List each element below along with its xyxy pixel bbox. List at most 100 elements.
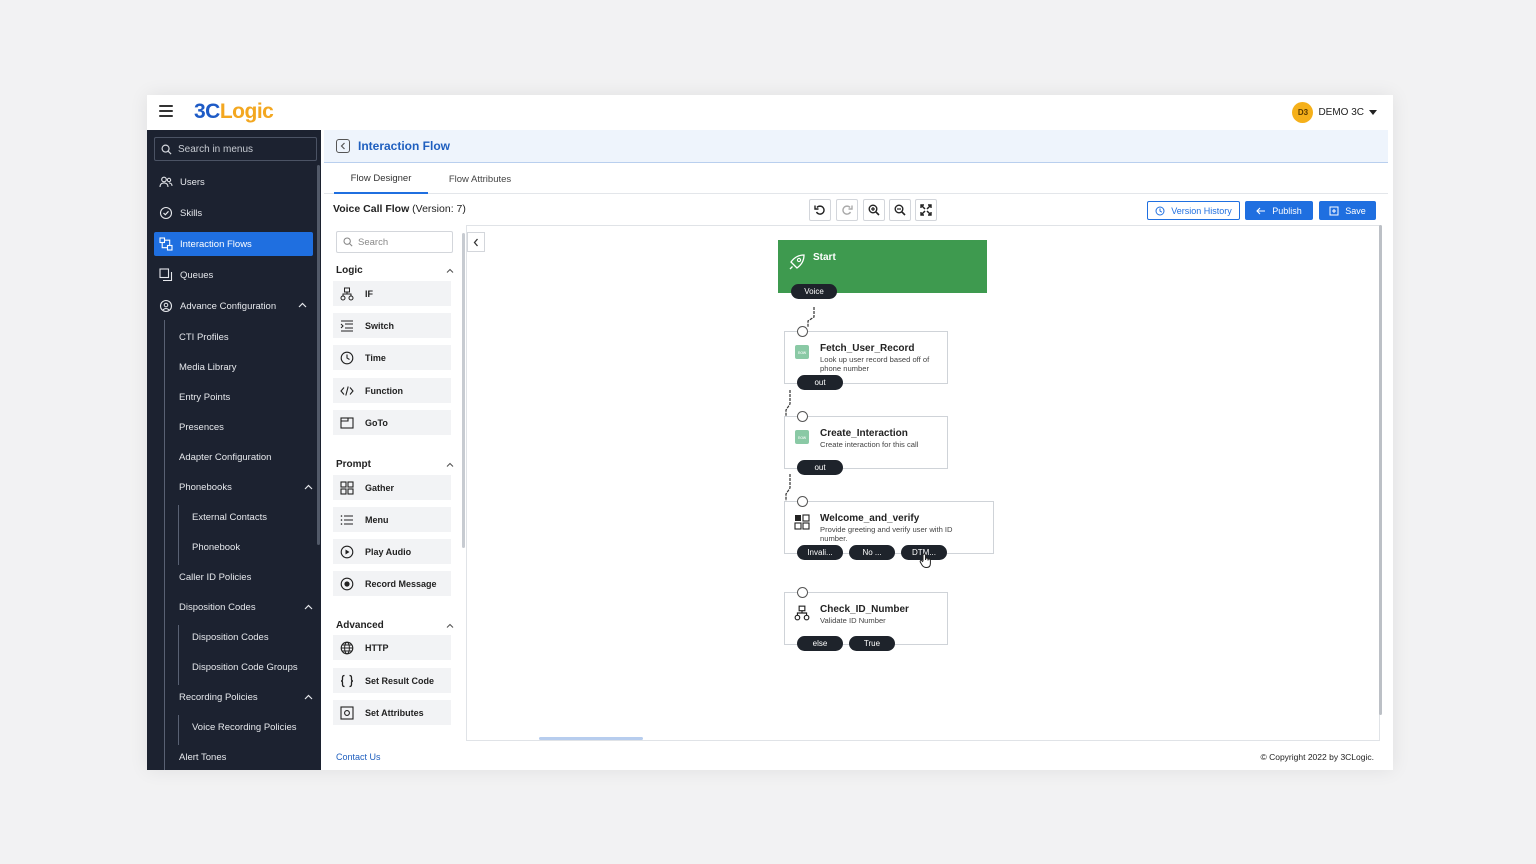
sidebar-subitem-alert-tones[interactable]: Alert Tones bbox=[179, 747, 226, 767]
sidebar-item-queues[interactable]: Queues bbox=[154, 263, 313, 287]
output-port-invalid[interactable]: Invali... bbox=[797, 545, 843, 560]
output-port-out[interactable]: out bbox=[797, 460, 843, 475]
palette-item-set-result-code[interactable]: Set Result Code bbox=[333, 668, 451, 693]
user-menu[interactable]: D3 DEMO 3C bbox=[1292, 102, 1377, 123]
sidebar-scrollbar[interactable] bbox=[317, 165, 320, 545]
chevron-up-icon[interactable] bbox=[304, 694, 313, 700]
output-port-out[interactable]: out bbox=[797, 375, 843, 390]
sidebar-item-interaction-flows[interactable]: Interaction Flows bbox=[154, 232, 313, 256]
palette-search-input[interactable] bbox=[358, 236, 448, 248]
menu-search-input[interactable] bbox=[178, 143, 308, 155]
back-button[interactable] bbox=[336, 139, 350, 153]
sidebar-subitem-cti-profiles[interactable]: CTI Profiles bbox=[179, 327, 229, 347]
sidebar-subitem-disposition-codes[interactable]: Disposition Codes bbox=[192, 627, 269, 647]
zoom-in-icon bbox=[868, 204, 880, 216]
input-port[interactable] bbox=[797, 587, 808, 598]
sidebar-subitem-media-library[interactable]: Media Library bbox=[179, 357, 237, 377]
palette-item-http[interactable]: HTTP bbox=[333, 635, 451, 660]
output-port-else[interactable]: else bbox=[797, 636, 843, 651]
tab-flow-attributes[interactable]: Flow Attributes bbox=[434, 165, 526, 194]
publish-button[interactable]: Publish bbox=[1245, 201, 1313, 220]
sidebar-item-label: Queues bbox=[180, 269, 214, 281]
palette-scrollbar[interactable] bbox=[462, 233, 465, 548]
app-window: 3CLogic D3 DEMO 3C Users Skills Interact… bbox=[147, 95, 1393, 770]
chevron-up-icon[interactable] bbox=[298, 302, 307, 308]
hamburger-menu-icon[interactable] bbox=[159, 105, 173, 117]
zoom-out-button[interactable] bbox=[889, 199, 911, 221]
tree-line bbox=[178, 505, 179, 565]
palette-group-label: Prompt bbox=[336, 458, 371, 470]
save-label: Save bbox=[1345, 205, 1366, 216]
palette-group-advanced[interactable]: Advanced bbox=[336, 616, 454, 634]
version-history-button[interactable]: Version History bbox=[1147, 201, 1240, 220]
contact-us-link[interactable]: Contact Us bbox=[336, 752, 381, 762]
input-port[interactable] bbox=[797, 496, 808, 507]
palette-item-play-audio[interactable]: Play Audio bbox=[333, 539, 451, 564]
zoom-in-button[interactable] bbox=[863, 199, 885, 221]
braces-icon bbox=[339, 673, 354, 688]
chevron-up-icon[interactable] bbox=[304, 604, 313, 610]
palette-item-goto[interactable]: GoTo bbox=[333, 410, 451, 435]
node-description: Look up user record based off of phone n… bbox=[820, 355, 930, 373]
sidebar-subitem-voice-recording-policies[interactable]: Voice Recording Policies bbox=[192, 717, 297, 737]
sidebar-item-label: Interaction Flows bbox=[180, 238, 252, 250]
queues-icon bbox=[159, 268, 173, 282]
input-port[interactable] bbox=[797, 326, 808, 337]
start-output-voice[interactable]: Voice bbox=[791, 284, 837, 299]
palette-group-label: Logic bbox=[336, 264, 363, 276]
code-icon bbox=[339, 383, 354, 398]
fit-to-screen-button[interactable] bbox=[915, 199, 937, 221]
sidebar-subitem-entry-points[interactable]: Entry Points bbox=[179, 387, 230, 407]
palette-item-record-message[interactable]: Record Message bbox=[333, 571, 451, 596]
node-description: Validate ID Number bbox=[820, 616, 886, 625]
palette-group-prompt[interactable]: Prompt bbox=[336, 455, 454, 473]
canvas-vertical-scrollbar[interactable] bbox=[1379, 225, 1382, 715]
palette-item-gather[interactable]: Gather bbox=[333, 475, 451, 500]
sidebar-subitem-phonebooks[interactable]: Phonebooks bbox=[179, 477, 313, 497]
palette-item-menu[interactable]: Menu bbox=[333, 507, 451, 532]
canvas-horizontal-scrollbar[interactable] bbox=[539, 737, 643, 740]
chevron-up-icon bbox=[446, 268, 454, 273]
node-description: Provide greeting and verify user with ID… bbox=[820, 525, 953, 543]
svg-text:now: now bbox=[798, 435, 807, 440]
attributes-icon bbox=[339, 705, 354, 720]
clock-icon bbox=[339, 350, 354, 365]
sidebar: Users Skills Interaction Flows Queues Ad… bbox=[147, 130, 321, 770]
rocket-icon bbox=[789, 254, 805, 270]
sidebar-item-advance-configuration[interactable]: Advance Configuration bbox=[154, 294, 313, 318]
palette-item-set-attributes[interactable]: Set Attributes bbox=[333, 700, 451, 725]
save-button[interactable]: Save bbox=[1319, 201, 1376, 220]
palette-item-label: Record Message bbox=[365, 578, 437, 589]
palette-group-logic[interactable]: Logic bbox=[336, 261, 454, 279]
publish-label: Publish bbox=[1272, 205, 1302, 216]
users-icon bbox=[159, 176, 173, 188]
flow-canvas[interactable]: Start Voice now Fetch_User_Record Look u… bbox=[466, 225, 1380, 741]
sidebar-subitem-recording-policies[interactable]: Recording Policies bbox=[179, 687, 313, 707]
chevron-up-icon[interactable] bbox=[304, 484, 313, 490]
output-port-true[interactable]: True bbox=[849, 636, 895, 651]
palette-item-function[interactable]: Function bbox=[333, 378, 451, 403]
palette-item-if[interactable]: IF bbox=[333, 281, 451, 306]
output-port-no-input[interactable]: No ... bbox=[849, 545, 895, 560]
input-port[interactable] bbox=[797, 411, 808, 422]
sidebar-subitem-caller-id-policies[interactable]: Caller ID Policies bbox=[179, 567, 251, 587]
palette-item-label: Set Result Code bbox=[365, 675, 435, 686]
palette-item-switch[interactable]: Switch bbox=[333, 313, 451, 338]
sidebar-subitem-external-contacts[interactable]: External Contacts bbox=[192, 507, 267, 527]
palette-item-label: Menu bbox=[365, 514, 389, 525]
redo-button[interactable] bbox=[836, 199, 858, 221]
sidebar-item-users[interactable]: Users bbox=[154, 170, 313, 194]
sidebar-subitem-disposition-codes-group[interactable]: Disposition Codes bbox=[179, 597, 313, 617]
page-header: Interaction Flow bbox=[324, 130, 1388, 163]
sidebar-subitem-presences[interactable]: Presences bbox=[179, 417, 224, 437]
palette-item-label: HTTP bbox=[365, 642, 389, 653]
tab-flow-designer[interactable]: Flow Designer bbox=[334, 165, 428, 194]
palette-item-time[interactable]: Time bbox=[333, 345, 451, 370]
flow-version: (Version: 7) bbox=[412, 203, 466, 215]
sidebar-subitem-adapter-configuration[interactable]: Adapter Configuration bbox=[179, 447, 271, 467]
flow-name: Voice Call Flow bbox=[333, 203, 410, 215]
sidebar-subitem-disposition-code-groups[interactable]: Disposition Code Groups bbox=[192, 657, 298, 677]
sidebar-item-skills[interactable]: Skills bbox=[154, 201, 313, 225]
sidebar-subitem-phonebook[interactable]: Phonebook bbox=[192, 537, 240, 557]
undo-button[interactable] bbox=[809, 199, 831, 221]
